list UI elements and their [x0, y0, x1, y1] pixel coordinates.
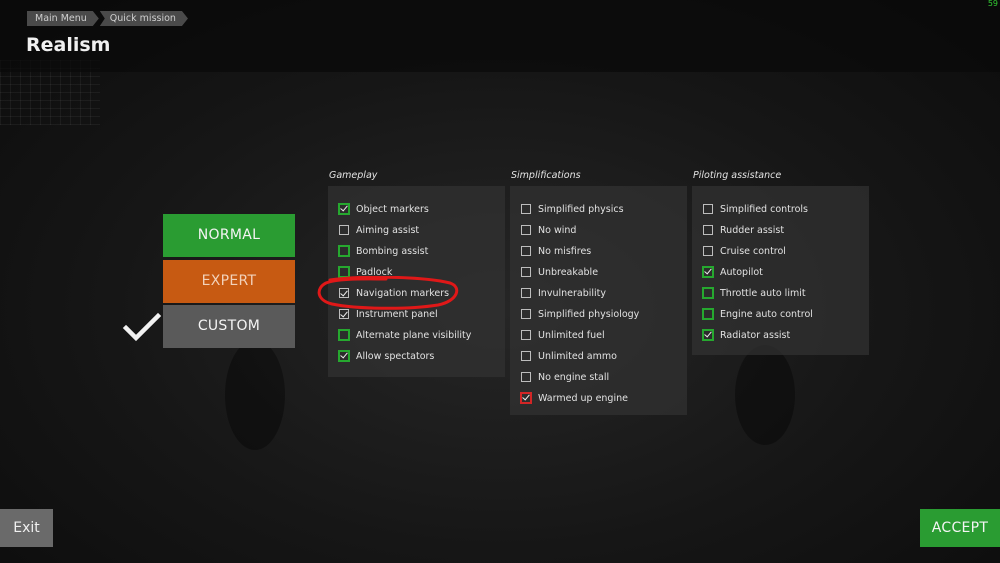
checkbox[interactable]	[521, 246, 531, 256]
option-no-misfires[interactable]: No misfires	[521, 244, 591, 258]
option-rudder-assist[interactable]: Rudder assist	[703, 223, 784, 237]
option-unbreakable[interactable]: Unbreakable	[521, 265, 598, 279]
checkbox[interactable]	[703, 225, 713, 235]
breadcrumb-main-menu[interactable]: Main Menu	[27, 11, 99, 26]
preset-expert-button[interactable]: EXPERT	[163, 260, 295, 303]
option-label: Autopilot	[720, 266, 763, 278]
breadcrumb: Main Menu Quick mission	[27, 11, 189, 26]
selected-checkmark-icon	[122, 312, 162, 342]
option-label: Instrument panel	[356, 308, 438, 320]
option-label: Unlimited ammo	[538, 350, 617, 362]
option-label: Rudder assist	[720, 224, 785, 236]
option-simplified-physics[interactable]: Simplified physics	[521, 202, 624, 216]
option-label: Warmed up engine	[538, 392, 628, 404]
option-label: Aiming assist	[356, 224, 420, 236]
option-autopilot[interactable]: Autopilot	[702, 265, 763, 279]
option-label: Cruise control	[720, 245, 786, 257]
option-no-engine-stall[interactable]: No engine stall	[521, 370, 609, 384]
checkbox[interactable]	[703, 246, 713, 256]
option-label: Throttle auto limit	[720, 287, 806, 299]
checkbox[interactable]	[702, 287, 714, 299]
checkbox[interactable]	[521, 351, 531, 361]
checkbox[interactable]	[521, 372, 531, 382]
checkbox[interactable]	[702, 266, 714, 278]
option-simplified-controls[interactable]: Simplified controls	[703, 202, 808, 216]
option-label: Radiator assist	[720, 329, 791, 341]
option-label: Bombing assist	[356, 245, 429, 257]
option-unlimited-ammo[interactable]: Unlimited ammo	[521, 349, 617, 363]
checkbox[interactable]	[521, 330, 531, 340]
background-wheel-left	[225, 340, 285, 450]
piloting-panel: Simplified controls Rudder assist Cruise…	[692, 186, 869, 355]
header-bar: Main Menu Quick mission Realism 59	[0, 0, 1000, 72]
option-label: Simplified controls	[720, 203, 808, 215]
fps-counter: 59	[987, 0, 998, 8]
simplifications-panel: Simplified physics No wind No misfires U…	[510, 186, 687, 415]
background-wheel-right	[735, 345, 795, 445]
option-engine-auto-control[interactable]: Engine auto control	[702, 307, 813, 321]
preset-normal-button[interactable]: NORMAL	[163, 214, 295, 257]
checkbox[interactable]	[339, 225, 349, 235]
checkbox[interactable]	[521, 288, 531, 298]
option-label: Object markers	[356, 203, 429, 215]
accept-button[interactable]: ACCEPT	[920, 509, 1000, 547]
option-label: Engine auto control	[720, 308, 813, 320]
option-label: Allow spectators	[356, 350, 435, 362]
option-warmed-up-engine[interactable]: Warmed up engine	[520, 391, 628, 405]
checkbox[interactable]	[702, 329, 714, 341]
option-label: Invulnerability	[538, 287, 606, 299]
option-label: Unlimited fuel	[538, 329, 605, 341]
option-label: Alternate plane visibility	[356, 329, 472, 341]
checkbox[interactable]	[339, 309, 349, 319]
checkbox[interactable]	[338, 329, 350, 341]
breadcrumb-quick-mission[interactable]: Quick mission	[100, 11, 188, 26]
option-label: Unbreakable	[538, 266, 599, 278]
checkbox[interactable]	[338, 350, 350, 362]
checkbox[interactable]	[338, 245, 350, 257]
checkbox[interactable]	[521, 309, 531, 319]
option-allow-spectators[interactable]: Allow spectators	[338, 349, 435, 363]
option-label: Simplified physiology	[538, 308, 640, 320]
preset-custom-button[interactable]: CUSTOM	[163, 305, 295, 348]
gameplay-column-title: Gameplay	[329, 170, 378, 181]
piloting-column-title: Piloting assistance	[693, 170, 782, 181]
checkbox[interactable]	[338, 203, 350, 215]
option-alternate-plane-visibility[interactable]: Alternate plane visibility	[338, 328, 472, 342]
checkbox[interactable]	[520, 392, 532, 404]
option-label: No misfires	[538, 245, 592, 257]
checkbox[interactable]	[521, 267, 531, 277]
option-aiming-assist[interactable]: Aiming assist	[339, 223, 419, 237]
option-invulnerability[interactable]: Invulnerability	[521, 286, 606, 300]
option-radiator-assist[interactable]: Radiator assist	[702, 328, 791, 342]
checkbox[interactable]	[521, 204, 531, 214]
red-annotation-circle	[317, 276, 459, 310]
checkbox[interactable]	[703, 204, 713, 214]
page-title: Realism	[26, 34, 111, 56]
option-label: No wind	[538, 224, 577, 236]
option-unlimited-fuel[interactable]: Unlimited fuel	[521, 328, 605, 342]
option-object-markers[interactable]: Object markers	[338, 202, 429, 216]
checkbox[interactable]	[521, 225, 531, 235]
checkbox[interactable]	[702, 308, 714, 320]
option-bombing-assist[interactable]: Bombing assist	[338, 244, 429, 258]
option-cruise-control[interactable]: Cruise control	[703, 244, 786, 258]
option-label: Simplified physics	[538, 203, 624, 215]
simplifications-column-title: Simplifications	[511, 170, 581, 181]
exit-button[interactable]: Exit	[0, 509, 53, 547]
option-throttle-auto-limit[interactable]: Throttle auto limit	[702, 286, 806, 300]
option-label: No engine stall	[538, 371, 610, 383]
option-no-wind[interactable]: No wind	[521, 223, 576, 237]
option-simplified-physiology[interactable]: Simplified physiology	[521, 307, 639, 321]
